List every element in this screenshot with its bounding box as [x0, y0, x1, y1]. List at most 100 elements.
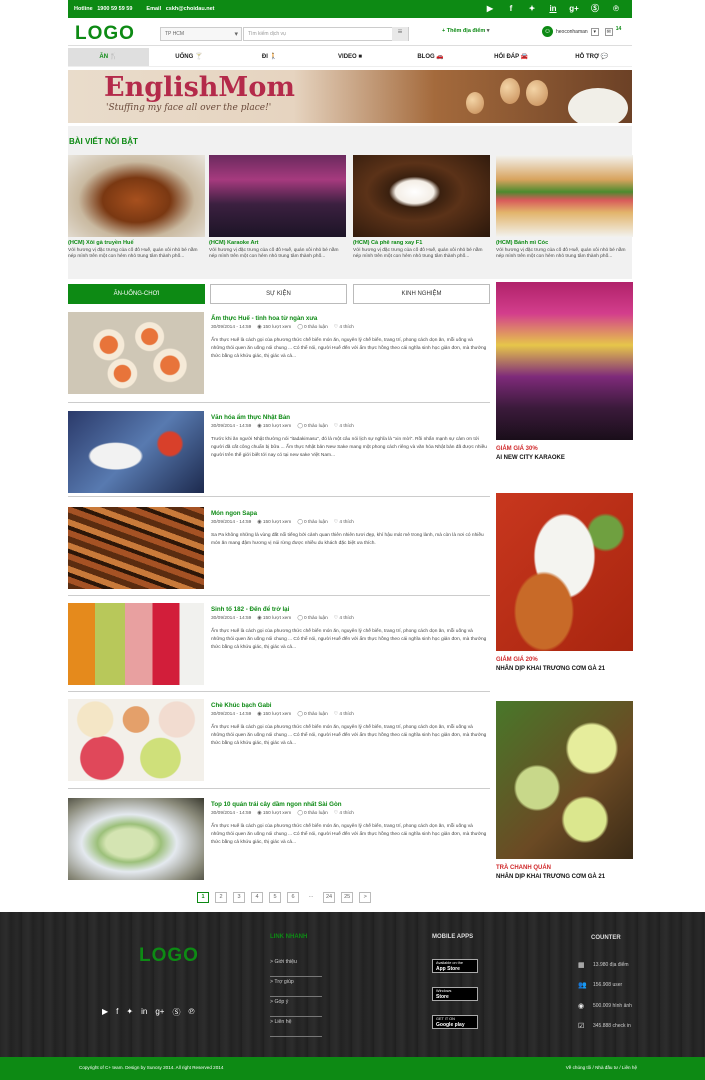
promo-image[interactable]	[496, 493, 633, 651]
featured-image[interactable]	[68, 155, 205, 237]
youtube-icon[interactable]: ▶	[484, 4, 496, 13]
promo-name[interactable]: NHÂN DỊP KHAI TRƯƠNG CƠM GÀ 21	[496, 874, 633, 880]
featured-image[interactable]	[496, 155, 633, 237]
likes[interactable]: ♡ 4 thích	[334, 616, 354, 621]
sidebar-promo[interactable]: TRÀ CHANH QUÁN NHÂN DỊP KHAI TRƯƠNG CƠM …	[496, 701, 633, 880]
article-title[interactable]: Món ngon Sapa	[211, 510, 257, 517]
promo-name[interactable]: AI NEW CITY KARAOKE	[496, 455, 633, 461]
facebook-icon[interactable]: f	[505, 4, 517, 13]
promo-image[interactable]	[496, 701, 633, 859]
likes[interactable]: ♡ 4 thích	[334, 712, 354, 717]
comments[interactable]: ◯ 0 thảo luận	[297, 424, 327, 429]
likes[interactable]: ♡ 4 thích	[334, 424, 354, 429]
nav-item-blog[interactable]: BLOG 🚗	[390, 48, 471, 66]
nav-item-ho-tro[interactable]: HỖ TRỢ 💬	[551, 48, 632, 66]
page-button[interactable]: 25	[341, 892, 354, 903]
city-select[interactable]: TP HCM ▾	[160, 27, 242, 41]
tab-an-uong-choi[interactable]: ĂN-UỐNG-CHƠI	[68, 284, 205, 304]
twitter-icon[interactable]: ✦	[126, 1007, 133, 1018]
tab-kinh-nghiem[interactable]: KINH NGHIỆM	[353, 284, 490, 304]
article-image[interactable]	[68, 312, 204, 394]
user-menu[interactable]: ☺ heoconhaman ▾ ✉ 14	[542, 26, 621, 37]
article-image[interactable]	[68, 603, 204, 685]
article-title[interactable]: Văn hóa ẩm thực Nhật Bản	[211, 414, 290, 421]
featured-image[interactable]	[209, 155, 346, 237]
footer-logo[interactable]: LOGO	[139, 945, 199, 967]
avatar[interactable]: ☺	[542, 26, 553, 37]
google-play-badge[interactable]: GET IT ON Google play	[432, 1015, 478, 1029]
page-button[interactable]: 4	[251, 892, 263, 903]
skype-icon[interactable]: Ⓢ	[589, 3, 601, 14]
search-input[interactable]: Tìm kiếm dịch vụ ≡	[243, 27, 409, 41]
comments[interactable]: ◯ 0 thảo luận	[297, 811, 327, 816]
article-title[interactable]: Ẩm thực Huế - tinh hoa từ ngàn xưa	[211, 315, 317, 322]
page-button[interactable]: 5	[269, 892, 281, 903]
page-button[interactable]: 24	[323, 892, 336, 903]
bottom-links[interactable]: Về chúng tôi / Nhà đầu tư / Liên hệ	[566, 1065, 637, 1070]
add-place-button[interactable]: + Thêm địa điểm ▾	[442, 28, 490, 34]
featured-card[interactable]: (HCM) Xôi gà truyền Huế Với hương vị đặc…	[68, 155, 205, 260]
tab-su-kien[interactable]: SỰ KIỆN	[210, 284, 347, 304]
google-plus-icon[interactable]: g+	[155, 1007, 164, 1018]
logo[interactable]: LOGO	[75, 23, 135, 45]
banner[interactable]: EnglishMom 'Stuffing my face all over th…	[68, 70, 632, 123]
featured-card[interactable]: (HCM) Karaoke Art Với hương vị đặc trưng…	[209, 155, 346, 260]
featured-card[interactable]: (HCM) Cà phê rang xay F1 Với hương vị đặ…	[353, 155, 490, 260]
nav-item-di[interactable]: ĐI 🚶	[229, 48, 310, 66]
nav-item-video[interactable]: VIDEO ■	[310, 48, 391, 66]
google-plus-icon[interactable]: g+	[568, 4, 580, 13]
article-image[interactable]	[68, 798, 204, 880]
nav-item-an[interactable]: ĂN 🍴	[68, 48, 149, 66]
linkedin-icon[interactable]: in	[547, 4, 559, 13]
footer-link[interactable]: > Trợ giúp	[270, 977, 322, 997]
featured-title[interactable]: (HCM) Karaoke Art	[209, 240, 346, 246]
pinterest-icon[interactable]: ℗	[188, 1007, 194, 1018]
username[interactable]: heoconhaman	[556, 29, 588, 35]
page-button[interactable]: 6	[287, 892, 299, 903]
sidebar-promo[interactable]: GIẢM GIÁ 30% AI NEW CITY KARAOKE	[496, 282, 633, 461]
twitter-icon[interactable]: ✦	[526, 4, 538, 13]
article-title[interactable]: Sinh tố 182 - Đến để trở lại	[211, 606, 289, 613]
sidebar-promo[interactable]: GIẢM GIÁ 20% NHÂN DỊP KHAI TRƯƠNG CƠM GÀ…	[496, 493, 633, 672]
likes[interactable]: ♡ 4 thích	[334, 811, 354, 816]
facebook-icon[interactable]: f	[116, 1007, 118, 1018]
page-button[interactable]: 3	[233, 892, 245, 903]
article-title[interactable]: Chè Khúc bạch Gabi	[211, 702, 272, 709]
footer-link[interactable]: > Liên hệ	[270, 1017, 322, 1037]
app-store-badge[interactable]: Available on the App Store	[432, 959, 478, 973]
article-image[interactable]	[68, 411, 204, 493]
promo-name[interactable]: NHÂN DỊP KHAI TRƯƠNG CƠM GÀ 21	[496, 666, 633, 672]
likes[interactable]: ♡ 4 thích	[334, 325, 354, 330]
hotline-number[interactable]: 1900 59 59 59	[97, 6, 132, 12]
promo-image[interactable]	[496, 282, 633, 440]
email-address[interactable]: cskh@choidau.net	[166, 6, 215, 12]
footer-link[interactable]: > Giới thiệu	[270, 957, 322, 977]
featured-title[interactable]: (HCM) Xôi gà truyền Huế	[68, 240, 205, 246]
page-button[interactable]: 1	[197, 892, 209, 903]
article-image[interactable]	[68, 699, 204, 781]
nav-item-uong[interactable]: UỐNG 🍸	[149, 48, 230, 66]
pinterest-icon[interactable]: ℗	[610, 4, 622, 13]
featured-image[interactable]	[353, 155, 490, 237]
youtube-icon[interactable]: ▶	[102, 1007, 108, 1018]
article-title[interactable]: Top 10 quán trái cây dầm ngon nhất Sài G…	[211, 801, 342, 808]
page-button[interactable]: 2	[215, 892, 227, 903]
comments[interactable]: ◯ 0 thảo luận	[297, 712, 327, 717]
featured-title[interactable]: (HCM) Bánh mì Cóc	[496, 240, 633, 246]
chevron-down-icon[interactable]: ▾	[590, 27, 599, 36]
windows-store-badge[interactable]: Windows Store	[432, 987, 478, 1001]
linkedin-icon[interactable]: in	[141, 1007, 147, 1018]
notification-icon[interactable]: ✉	[604, 27, 613, 36]
likes[interactable]: ♡ 4 thích	[334, 520, 354, 525]
next-page-button[interactable]: >	[359, 892, 372, 903]
skype-icon[interactable]: Ⓢ	[172, 1007, 180, 1018]
featured-card[interactable]: (HCM) Bánh mì Cóc Với hương vị đặc trưng…	[496, 155, 633, 260]
featured-title[interactable]: (HCM) Cà phê rang xay F1	[353, 240, 490, 246]
comments[interactable]: ◯ 0 thảo luận	[297, 616, 327, 621]
article-image[interactable]	[68, 507, 204, 589]
menu-icon[interactable]: ≡	[392, 27, 408, 41]
comments[interactable]: ◯ 0 thảo luận	[297, 520, 327, 525]
comments[interactable]: ◯ 0 thảo luận	[297, 325, 327, 330]
footer-link[interactable]: > Góp ý	[270, 997, 322, 1017]
nav-item-hoi-dap[interactable]: HỎI ĐÁP 🚘	[471, 48, 552, 66]
